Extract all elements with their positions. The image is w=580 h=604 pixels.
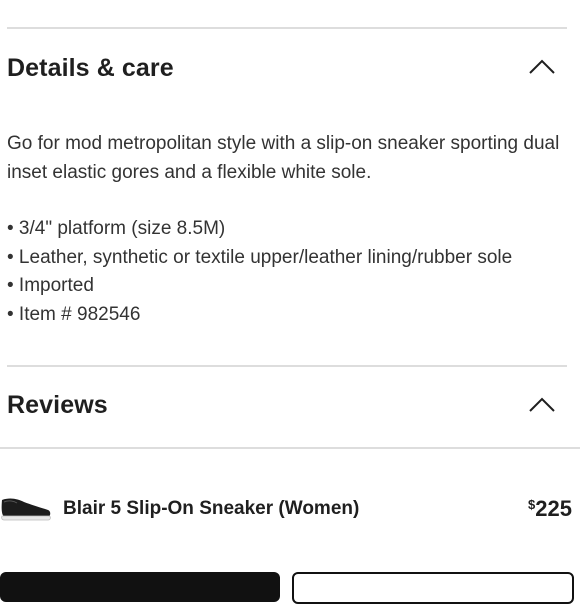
product-description: Go for mod metropolitan style with a sli… xyxy=(7,133,560,183)
product-summary-row: Blair 5 Slip-On Sneaker (Women) $225 xyxy=(0,480,580,540)
reviews-bottom-divider xyxy=(0,447,580,449)
bullet-item-number: • Item # 982546 xyxy=(7,303,141,325)
details-care-heading: Details & care xyxy=(7,54,174,82)
bullet-platform: • 3/4" platform (size 8.5M) xyxy=(7,218,226,239)
price-amount: 225 xyxy=(535,496,572,521)
secondary-action-button[interactable] xyxy=(292,572,574,604)
bullet-materials: • Leather, synthetic or textile upper/le… xyxy=(7,246,513,268)
reviews-heading: Reviews xyxy=(7,391,108,419)
bullet-imported: • Imported xyxy=(7,275,94,296)
shoe-thumbnail-icon xyxy=(1,498,51,521)
top-divider xyxy=(7,27,567,29)
details-chevron-up-icon[interactable] xyxy=(527,58,557,76)
primary-action-button[interactable] xyxy=(0,572,280,602)
details-bullet-list: • 3/4" platform (size 8.5M) • Leather, s… xyxy=(7,215,577,329)
product-price: $225 xyxy=(528,496,572,522)
price-currency: $ xyxy=(528,497,536,512)
details-bottom-divider xyxy=(7,365,567,367)
product-name: Blair 5 Slip-On Sneaker (Women) xyxy=(63,498,360,519)
reviews-chevron-up-icon[interactable] xyxy=(527,396,557,414)
